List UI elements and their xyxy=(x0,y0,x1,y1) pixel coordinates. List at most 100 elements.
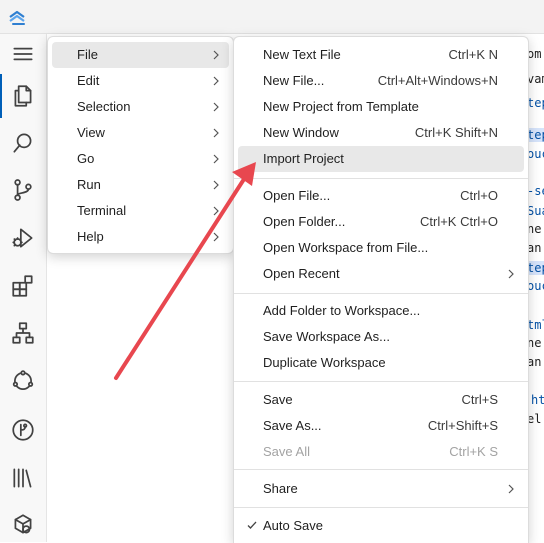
menu-item-open-folder[interactable]: Open Folder... Ctrl+K Ctrl+O xyxy=(238,209,524,235)
source-control-icon[interactable] xyxy=(9,176,37,204)
app-logo-icon xyxy=(9,10,25,25)
run-debug-icon[interactable] xyxy=(9,224,37,252)
code-fragment: tml xyxy=(527,318,544,332)
menu-separator xyxy=(234,293,528,294)
menu-item-label: Save xyxy=(263,392,293,407)
menu-item-save-workspace-as[interactable]: Save Workspace As... xyxy=(238,324,524,350)
menu-separator xyxy=(234,469,528,470)
code-fragment: vam xyxy=(527,72,544,86)
menubar-item-selection[interactable]: Selection xyxy=(52,94,229,120)
menu-item-label: Share xyxy=(263,481,298,496)
menu-item-label: New File... xyxy=(263,73,325,88)
menu-item-label: Save Workspace As... xyxy=(263,329,390,344)
chevron-right-icon xyxy=(213,206,219,216)
chevron-right-icon xyxy=(213,102,219,112)
menu-item-open-workspace-from-file[interactable]: Open Workspace from File... xyxy=(238,235,524,261)
code-fragment: tep xyxy=(527,128,544,142)
code-fragment: ht xyxy=(531,393,544,407)
explorer-icon[interactable] xyxy=(0,74,37,118)
library-icon[interactable] xyxy=(9,464,37,492)
menu-item-label: Run xyxy=(77,177,101,192)
file-submenu: New Text File Ctrl+K N New File... Ctrl+… xyxy=(233,36,529,543)
menubar-menu: File Edit Selection View Go Run Terminal… xyxy=(47,36,234,254)
menu-item-label: Terminal xyxy=(77,203,127,218)
title-bar xyxy=(0,0,544,34)
menu-item-label: Selection xyxy=(77,99,131,114)
menu-item-shortcut: Ctrl+S xyxy=(461,392,498,407)
chevron-right-icon xyxy=(213,50,219,60)
menu-item-label: File xyxy=(77,47,98,62)
menu-item-label: Auto Save xyxy=(263,518,323,533)
extensions-icon[interactable] xyxy=(9,272,37,300)
menu-item-auto-save[interactable]: Auto Save xyxy=(238,513,524,539)
code-fragment: tep xyxy=(527,96,544,110)
menu-item-label: Open Folder... xyxy=(263,214,346,229)
menu-item-label: Duplicate Workspace xyxy=(263,355,386,370)
menu-item-shortcut: Ctrl+Alt+Windows+N xyxy=(377,73,498,88)
code-fragment: om xyxy=(527,47,542,61)
menu-item-duplicate-workspace[interactable]: Duplicate Workspace xyxy=(238,350,524,376)
activity-bar xyxy=(0,34,47,542)
menu-separator xyxy=(234,178,528,179)
menu-item-new-project-from-template[interactable]: New Project from Template xyxy=(238,94,524,120)
code-fragment: ouc xyxy=(527,147,544,161)
chevron-right-icon xyxy=(213,154,219,164)
menu-item-shortcut: Ctrl+O xyxy=(460,188,498,203)
menu-hamburger-icon[interactable] xyxy=(9,40,37,68)
chevron-right-icon xyxy=(508,269,514,279)
menu-item-label: Add Folder to Workspace... xyxy=(263,303,421,318)
code-fragment: ne: xyxy=(527,222,544,236)
chevron-right-icon xyxy=(508,484,514,494)
menu-item-new-file[interactable]: New File... Ctrl+Alt+Windows+N xyxy=(238,68,524,94)
menu-item-shortcut: Ctrl+Shift+S xyxy=(427,418,498,433)
menu-item-save-as[interactable]: Save As... Ctrl+Shift+S xyxy=(238,413,524,439)
menu-item-add-folder-to-workspace[interactable]: Add Folder to Workspace... xyxy=(238,298,524,324)
menu-item-shortcut: Ctrl+K Shift+N xyxy=(414,125,498,140)
menu-item-share[interactable]: Share xyxy=(238,476,524,502)
menu-item-import-project[interactable]: Import Project xyxy=(238,146,524,172)
menu-item-label: Open Workspace from File... xyxy=(263,240,429,255)
menu-item-label: Save As... xyxy=(263,418,322,433)
menu-item-label: Go xyxy=(77,151,95,166)
menu-item-shortcut: Ctrl+K Ctrl+O xyxy=(419,214,498,229)
chevron-right-icon xyxy=(213,180,219,190)
menubar-item-edit[interactable]: Edit xyxy=(52,68,229,94)
menu-item-new-text-file[interactable]: New Text File Ctrl+K N xyxy=(238,42,524,68)
menu-item-label: Edit xyxy=(77,73,100,88)
menubar-item-view[interactable]: View xyxy=(52,120,229,146)
menu-item-label: New Project from Template xyxy=(263,99,419,114)
menu-item-label: New Text File xyxy=(263,47,341,62)
menu-item-open-recent[interactable]: Open Recent xyxy=(238,261,524,287)
code-fragment: el xyxy=(527,412,542,426)
menubar-item-terminal[interactable]: Terminal xyxy=(52,198,229,224)
code-fragment: -se xyxy=(527,184,544,198)
menu-item-label: New Window xyxy=(263,125,339,140)
menubar-item-file[interactable]: File xyxy=(52,42,229,68)
git-graph-icon[interactable] xyxy=(9,416,37,444)
menu-separator xyxy=(234,507,528,508)
menu-item-label: Help xyxy=(77,229,104,244)
menubar-item-go[interactable]: Go xyxy=(52,146,229,172)
code-fragment: Sua xyxy=(527,204,544,218)
menubar-item-run[interactable]: Run xyxy=(52,172,229,198)
code-fragment: an: xyxy=(527,241,544,255)
menu-item-save-all: Save All Ctrl+K S xyxy=(238,439,524,465)
network-icon[interactable] xyxy=(9,367,37,395)
chevron-right-icon xyxy=(213,76,219,86)
code-fragment: ne: xyxy=(527,336,544,350)
menubar-item-help[interactable]: Help xyxy=(52,224,229,250)
menu-item-label: View xyxy=(77,125,105,140)
menu-item-shortcut: Ctrl+K S xyxy=(449,444,498,459)
menu-item-label: Import Project xyxy=(263,151,344,166)
chevron-right-icon xyxy=(213,128,219,138)
menu-separator xyxy=(234,381,528,382)
menu-item-new-window[interactable]: New Window Ctrl+K Shift+N xyxy=(238,120,524,146)
menu-item-label: Open Recent xyxy=(263,266,340,281)
package-icon[interactable] xyxy=(9,511,37,539)
menu-item-open-file[interactable]: Open File... Ctrl+O xyxy=(238,183,524,209)
search-icon[interactable] xyxy=(9,129,37,157)
chevron-right-icon xyxy=(213,232,219,242)
code-fragment: tep xyxy=(527,261,544,275)
menu-item-save[interactable]: Save Ctrl+S xyxy=(238,387,524,413)
remote-explorer-icon[interactable] xyxy=(9,319,37,347)
